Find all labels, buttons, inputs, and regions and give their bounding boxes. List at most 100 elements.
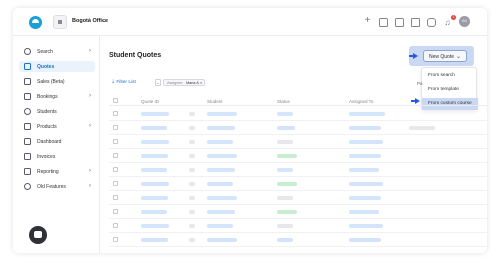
chevron-down-icon[interactable]: ⌄ [102, 17, 107, 24]
sidebar-item-students[interactable]: Students [19, 106, 95, 117]
redacted-cell [207, 224, 233, 228]
redacted-cell [349, 238, 381, 242]
chevron-down-icon: ⌄ [455, 54, 461, 60]
filter-list-button[interactable]: ⇣ Filter List [111, 80, 136, 85]
sidebar-item-label: Products [37, 124, 57, 130]
redacted-cell [277, 112, 293, 116]
column-header[interactable]: Student [207, 99, 223, 104]
menu-item-from-template[interactable]: From template [422, 84, 478, 96]
row-checkbox[interactable] [113, 195, 118, 200]
sidebar: Search › Quotes Sales (Beta) Bookings › … [13, 36, 100, 253]
table-row[interactable] [109, 163, 487, 177]
redacted-cell [141, 182, 169, 186]
redacted-cell [189, 224, 195, 228]
row-checkbox[interactable] [113, 111, 118, 116]
bell-icon[interactable]: ♫ [443, 18, 452, 27]
chevron-right-icon: › [89, 168, 91, 174]
redacted-cell [207, 182, 233, 186]
redacted-cell [277, 154, 297, 158]
page-title: Student Quotes [109, 52, 162, 59]
filter-list-label: Filter List [116, 80, 136, 85]
office-building-icon[interactable] [53, 15, 67, 29]
redacted-cell [141, 238, 168, 242]
table-row[interactable] [109, 205, 487, 219]
layout-icon[interactable] [395, 18, 404, 27]
main-content: Student Quotes New Quote ⌄ From search F… [101, 36, 487, 253]
quote-icon [24, 63, 31, 70]
bookings-icon [24, 93, 31, 100]
chevron-right-icon: › [89, 93, 91, 99]
row-checkbox[interactable] [113, 167, 118, 172]
table-row[interactable] [109, 149, 487, 163]
table-row[interactable] [109, 233, 487, 247]
redacted-cell [277, 224, 293, 228]
avatar[interactable]: GG [459, 16, 470, 27]
redacted-cell [207, 238, 237, 242]
sidebar-item-old-features[interactable]: Old Features › [19, 181, 95, 192]
sidebar-item-search[interactable]: Search › [19, 46, 95, 57]
table-row[interactable] [109, 121, 487, 135]
close-icon[interactable]: × [200, 81, 202, 85]
redacted-cell [277, 238, 293, 242]
redacted-cell [277, 196, 293, 200]
sidebar-item-products[interactable]: Products › [19, 121, 95, 132]
plus-icon[interactable]: + [363, 16, 372, 26]
sidebar-item-reporting[interactable]: Reporting › [19, 166, 95, 177]
redacted-cell [277, 210, 297, 214]
row-checkbox[interactable] [113, 223, 118, 228]
row-checkbox[interactable] [113, 139, 118, 144]
redacted-cell [189, 112, 195, 116]
redacted-cell [141, 224, 169, 228]
sidebar-item-invoices[interactable]: Invoices [19, 151, 95, 162]
sidebar-item-sales[interactable]: Sales (Beta) [19, 76, 95, 87]
column-header[interactable]: Assigned To [349, 99, 373, 104]
new-quote-button[interactable]: New Quote ⌄ [423, 50, 467, 62]
calendar-icon[interactable] [379, 18, 388, 27]
select-all-checkbox[interactable] [113, 98, 118, 103]
students-icon [24, 108, 31, 115]
filter-select[interactable]: ⌄ [155, 79, 161, 86]
table-header: Quote ID Student Status Assigned To [109, 96, 487, 106]
clipboard-icon[interactable] [411, 18, 420, 27]
chat-icon[interactable] [427, 18, 436, 27]
column-header[interactable]: Quote ID [141, 99, 159, 104]
row-checkbox[interactable] [113, 209, 118, 214]
redacted-cell [141, 154, 168, 158]
redacted-cell [349, 196, 381, 200]
sidebar-item-bookings[interactable]: Bookings › [19, 91, 95, 102]
redacted-cell [349, 126, 381, 130]
redacted-cell [207, 210, 235, 214]
row-checkbox[interactable] [113, 181, 118, 186]
clock-icon [24, 183, 31, 190]
column-header[interactable]: Status [277, 99, 290, 104]
table-row[interactable] [109, 219, 487, 233]
table-row[interactable] [109, 191, 487, 205]
app-logo[interactable] [29, 16, 42, 29]
redacted-cell [207, 140, 233, 144]
redacted-cell [277, 126, 295, 130]
redacted-cell [207, 168, 235, 172]
row-checkbox[interactable] [113, 125, 118, 130]
sidebar-item-dashboard[interactable]: Dashboard [19, 136, 95, 147]
redacted-cell [189, 238, 195, 242]
chat-bubble-icon [34, 231, 42, 238]
row-checkbox[interactable] [113, 237, 118, 242]
sidebar-item-quotes[interactable]: Quotes [19, 61, 95, 72]
pointer-arrow-icon [409, 53, 418, 59]
table-row[interactable] [109, 177, 487, 191]
table-row[interactable] [109, 107, 487, 121]
redacted-cell [141, 112, 169, 116]
chevron-right-icon: › [89, 123, 91, 129]
chevron-right-icon: › [89, 183, 91, 189]
sidebar-item-label: Bookings [37, 94, 58, 100]
redacted-cell [189, 168, 195, 172]
sidebar-item-label: Dashboard [37, 139, 62, 145]
support-chat-button[interactable] [29, 226, 47, 244]
redacted-cell [189, 196, 195, 200]
menu-item-from-search[interactable]: From search [422, 70, 478, 82]
redacted-cell [277, 140, 293, 144]
table-row[interactable] [109, 135, 487, 149]
filter-chip[interactable]: Assignee Maria A × [163, 79, 205, 86]
redacted-cell [277, 168, 293, 172]
row-checkbox[interactable] [113, 153, 118, 158]
